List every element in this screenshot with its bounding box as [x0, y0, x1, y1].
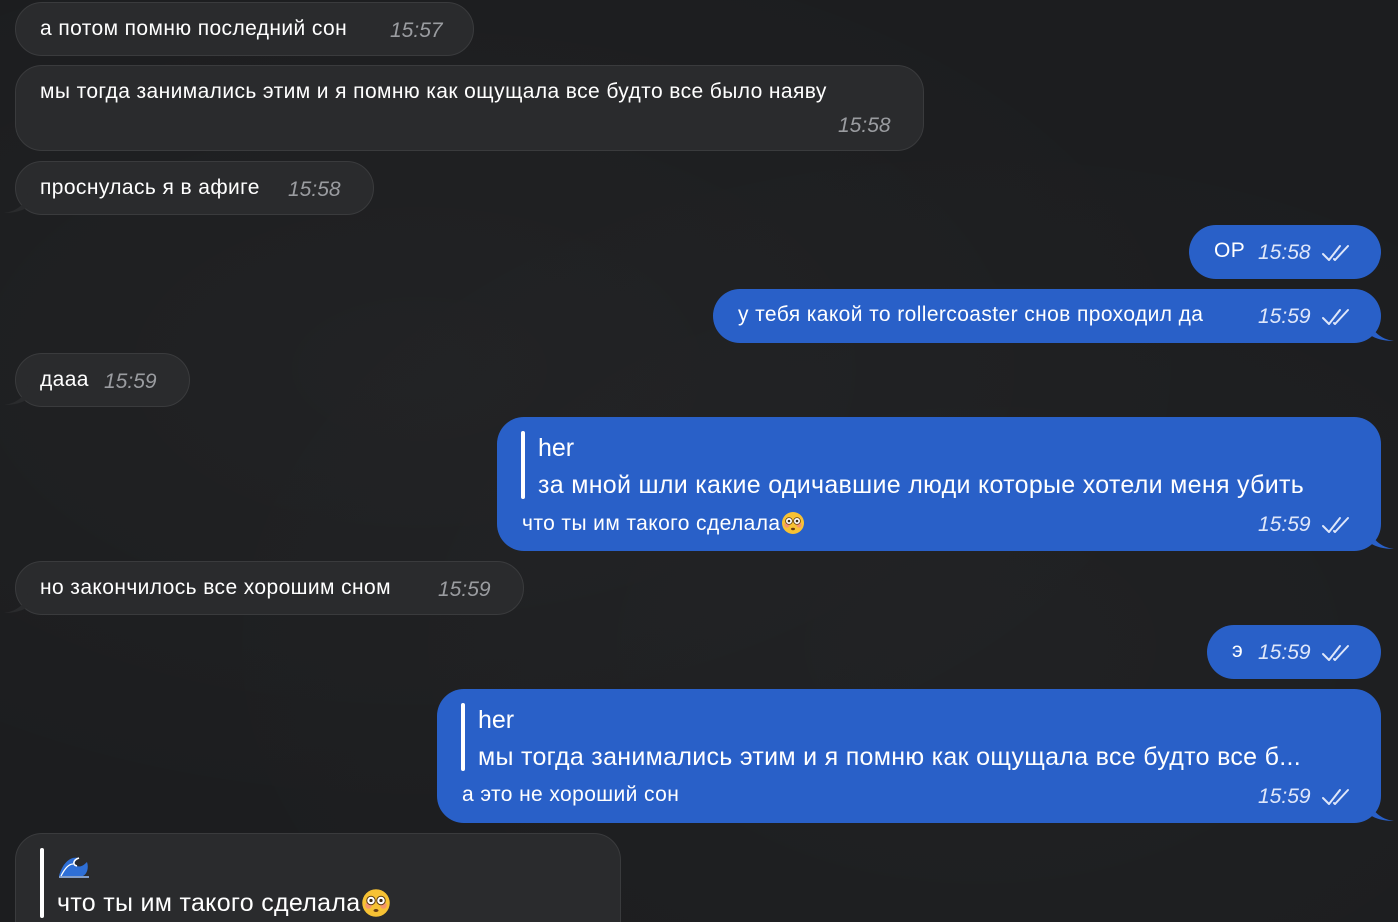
reply-quote-bar [40, 848, 44, 918]
message-time: 15:58 [838, 114, 891, 137]
reply-quote-author[interactable]: her [538, 434, 574, 463]
message-time: 15:58 [288, 178, 341, 201]
reply-quote-text[interactable]: за мной шли какие одичавшие люди которые… [538, 471, 1304, 500]
message-text: у тебя какой то rollercoaster снов прохо… [738, 303, 1204, 326]
bubble-tail [1370, 321, 1394, 341]
reply-quote-bar [461, 703, 465, 771]
message-time: 15:59 [104, 370, 157, 393]
incoming-message[interactable]: дааа 15:59 [15, 353, 190, 407]
double-check-icon [1321, 307, 1351, 327]
flushed-face-icon [361, 888, 391, 918]
double-check-icon [1321, 787, 1351, 807]
message-text: проснулась я в афиге [40, 176, 260, 199]
reply-quote-line[interactable]: что ты им такого сделала [57, 888, 391, 918]
water-wave-icon [57, 852, 91, 878]
bubble-tail [4, 193, 28, 213]
message-text: но закончилось все хорошим сном [40, 576, 391, 599]
message-time: 15:59 [1258, 513, 1311, 536]
message-text: а это не хороший сон [462, 783, 680, 806]
outgoing-message[interactable]: ОР 15:58 [1189, 225, 1381, 279]
message-time: 15:57 [390, 19, 443, 42]
outgoing-reply-message[interactable]: her за мной шли какие одичавшие люди кот… [497, 417, 1381, 551]
message-text: мы тогда занимались этим и я помню как о… [40, 80, 827, 103]
message-time: 15:59 [1258, 641, 1311, 664]
bubble-tail [1370, 529, 1394, 549]
double-check-icon [1321, 643, 1351, 663]
message-time: 15:59 [438, 578, 491, 601]
message-time: 15:58 [1258, 241, 1311, 264]
bubble-tail [1370, 801, 1394, 821]
reply-quote-text[interactable]: мы тогда занимались этим и я помню как о… [478, 743, 1301, 772]
bubble-tail [4, 593, 28, 613]
reply-quote-author[interactable]: her [478, 706, 514, 735]
incoming-reply-message[interactable]: что ты им такого сделала [15, 833, 621, 922]
chat-area[interactable]: а потом помню последний сон 15:57 мы тог… [0, 0, 1398, 922]
message-time: 15:59 [1258, 305, 1311, 328]
outgoing-message[interactable]: э 15:59 [1207, 625, 1381, 679]
incoming-message[interactable]: но закончилось все хорошим сном 15:59 [15, 561, 524, 615]
message-text: ОР [1214, 239, 1246, 262]
incoming-message[interactable]: а потом помню последний сон 15:57 [15, 2, 474, 56]
flushed-face-icon [781, 511, 805, 535]
double-check-icon [1321, 243, 1351, 263]
message-text: что ты им такого сделала [522, 512, 781, 535]
reply-quote-bar [521, 431, 525, 499]
message-text: а потом помню последний сон [40, 17, 348, 40]
incoming-message[interactable]: проснулась я в афиге 15:58 [15, 161, 374, 215]
incoming-message[interactable]: мы тогда занимались этим и я помню как о… [15, 65, 924, 151]
double-check-icon [1321, 515, 1351, 535]
message-text-line: что ты им такого сделала [522, 511, 805, 536]
outgoing-message[interactable]: у тебя какой то rollercoaster снов прохо… [713, 289, 1381, 343]
bubble-tail [4, 385, 28, 405]
outgoing-reply-message[interactable]: her мы тогда занимались этим и я помню к… [437, 689, 1381, 823]
reply-quote-text: что ты им такого сделала [57, 889, 361, 917]
message-text: э [1232, 639, 1244, 662]
message-text: дааа [40, 368, 89, 391]
message-time: 15:59 [1258, 785, 1311, 808]
